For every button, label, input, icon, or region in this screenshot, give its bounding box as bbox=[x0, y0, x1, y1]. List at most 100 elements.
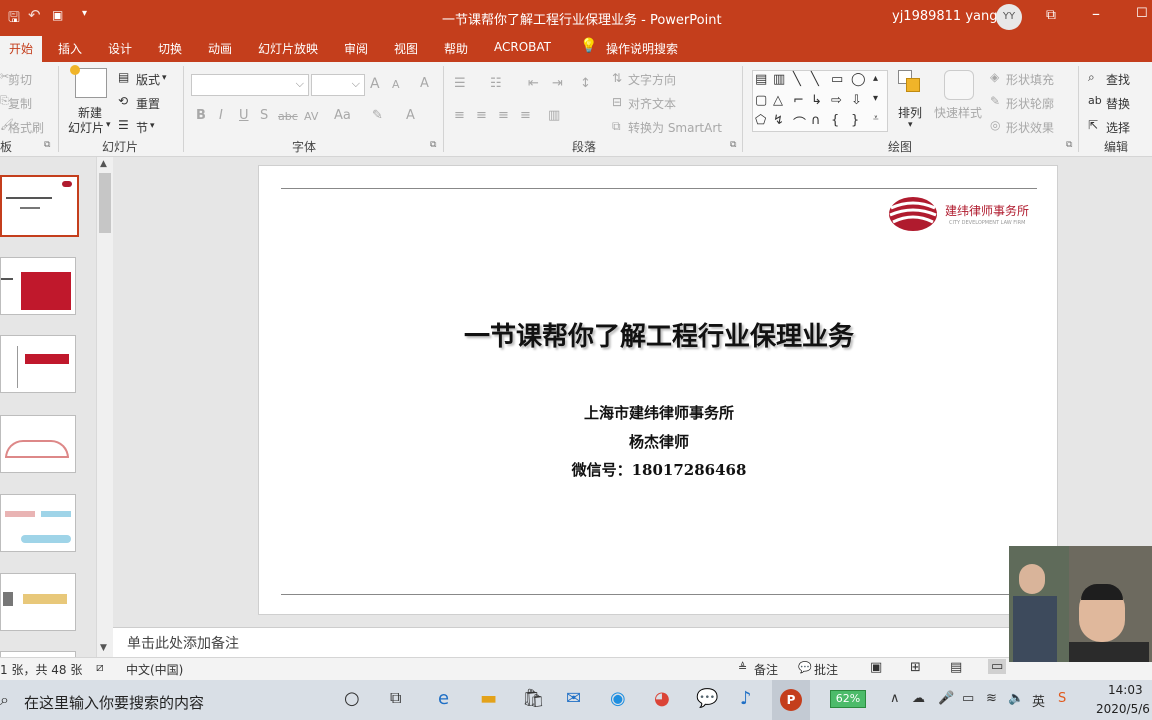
copy-button[interactable]: 复制 bbox=[8, 95, 32, 112]
input-method-icon[interactable]: 英 bbox=[1032, 691, 1045, 710]
tell-me-search[interactable]: 操作说明搜索 bbox=[606, 40, 678, 57]
user-avatar[interactable]: YY bbox=[996, 4, 1022, 30]
tab-design[interactable]: 设计 bbox=[108, 40, 132, 57]
layout-button[interactable]: 版式 bbox=[136, 71, 160, 88]
chevron-down-icon[interactable]: ▾ bbox=[150, 121, 155, 131]
slide-canvas[interactable]: 建纬律师事务所 CITY DEVELOPMENT LAW FIRM 一节课帮你了… bbox=[258, 165, 1058, 615]
gallery-up-icon[interactable]: ▴ bbox=[873, 73, 878, 84]
clear-formatting-icon[interactable]: A bbox=[420, 76, 429, 91]
tab-animations[interactable]: 动画 bbox=[208, 40, 232, 57]
edge-icon[interactable]: e bbox=[438, 688, 449, 709]
strikethrough-button[interactable]: abc bbox=[278, 110, 298, 123]
slideshow-from-start-icon[interactable]: ▣ bbox=[52, 8, 63, 22]
columns-icon[interactable]: ▥ bbox=[548, 108, 560, 123]
line-spacing-icon[interactable]: ↕ bbox=[580, 76, 591, 91]
justify-icon[interactable]: ≡ bbox=[520, 108, 531, 123]
tab-slideshow[interactable]: 幻灯片放映 bbox=[258, 40, 318, 57]
notes-toggle-button[interactable]: 备注 bbox=[754, 661, 778, 678]
slide-sorter-icon[interactable]: ⊞ bbox=[910, 660, 921, 675]
store-icon[interactable]: 🛍 bbox=[522, 688, 545, 709]
convert-smartart-button[interactable]: 转换为 SmartArt bbox=[628, 119, 722, 136]
reading-view-icon[interactable]: ▤ bbox=[950, 660, 962, 675]
task-view-icon[interactable]: ⧉ bbox=[390, 688, 401, 708]
notes-pane[interactable]: 单击此处添加备注 bbox=[113, 627, 1152, 657]
quick-styles-button[interactable]: 快速样式 bbox=[934, 104, 982, 121]
replace-button[interactable]: 替换 bbox=[1106, 95, 1130, 112]
chevron-down-icon[interactable]: ▾ bbox=[908, 120, 913, 130]
right-arrow-shape-icon[interactable]: ⇨ bbox=[831, 93, 842, 108]
character-spacing-button[interactable]: AV bbox=[304, 110, 318, 123]
arrow-line-shape-icon[interactable]: ╲ bbox=[811, 72, 819, 87]
comments-button[interactable]: 批注 bbox=[814, 661, 838, 678]
slide-subtitle-wechat[interactable]: 微信号：18017286468 bbox=[259, 459, 1059, 480]
chevron-down-icon[interactable]: ▾ bbox=[106, 120, 111, 130]
slide-subtitle-lawyer[interactable]: 杨杰律师 bbox=[259, 431, 1059, 452]
slide-subtitle-firm[interactable]: 上海市建纬律师事务所 bbox=[259, 402, 1059, 423]
mail-icon[interactable]: ✉ bbox=[566, 688, 581, 709]
tab-help[interactable]: 帮助 bbox=[444, 40, 468, 57]
change-case-button[interactable]: Aa bbox=[334, 108, 351, 123]
gallery-more-icon[interactable]: ⩡ bbox=[873, 113, 879, 124]
scroll-up-icon[interactable]: ▲ bbox=[100, 159, 107, 169]
section-button[interactable]: 节 bbox=[136, 119, 148, 136]
save-icon[interactable]: 🖫 bbox=[8, 7, 20, 31]
new-slide-label-2[interactable]: 幻灯片 bbox=[68, 119, 104, 136]
slideshow-view-icon[interactable]: ▭ bbox=[988, 659, 1007, 674]
scroll-down-icon[interactable]: ▼ bbox=[100, 643, 107, 653]
slide-thumbnail-4[interactable] bbox=[0, 415, 76, 473]
shadow-button[interactable]: S bbox=[260, 108, 268, 123]
underline-button[interactable]: U bbox=[239, 108, 249, 123]
vertical-textbox-shape-icon[interactable]: ▥ bbox=[773, 72, 785, 87]
maximize-icon[interactable]: ☐ bbox=[1136, 6, 1148, 21]
down-arrow-shape-icon[interactable]: ⇩ bbox=[851, 93, 862, 108]
numbering-icon[interactable]: ☷ bbox=[490, 76, 502, 91]
tab-home[interactable]: 开始 bbox=[0, 36, 43, 62]
minimize-icon[interactable]: – bbox=[1092, 4, 1100, 23]
select-button[interactable]: 选择 bbox=[1106, 119, 1130, 136]
shape-outline-button[interactable]: 形状轮廓 bbox=[1006, 95, 1054, 112]
shape-effects-button[interactable]: 形状效果 bbox=[1006, 119, 1054, 136]
font-color-button[interactable]: A bbox=[406, 108, 415, 123]
arrange-button[interactable]: 排列 bbox=[898, 104, 922, 121]
normal-view-icon[interactable]: ▣ bbox=[870, 660, 882, 675]
battery-icon[interactable]: ▭ bbox=[962, 691, 974, 706]
user-name[interactable]: yj1989811 yang bbox=[892, 9, 998, 24]
app-l-icon[interactable]: ◉ bbox=[610, 688, 626, 709]
chrome-icon[interactable]: ◕ bbox=[654, 688, 670, 709]
clock-date[interactable]: 2020/5/6 bbox=[1096, 702, 1150, 716]
triangle-shape-icon[interactable]: △ bbox=[773, 93, 783, 108]
tab-insert[interactable]: 插入 bbox=[58, 40, 82, 57]
reset-button[interactable]: 重置 bbox=[136, 95, 160, 112]
slide-thumbnail-2[interactable] bbox=[0, 257, 76, 315]
arrange-icon[interactable] bbox=[898, 70, 924, 98]
line-shape-icon[interactable]: ╲ bbox=[793, 72, 801, 87]
music-app-icon[interactable]: ♪ bbox=[740, 688, 752, 709]
format-painter-button[interactable]: 格式刷 bbox=[8, 119, 44, 136]
curve-shape-icon[interactable]: ↯ bbox=[773, 113, 784, 128]
battery-indicator[interactable]: 62% bbox=[830, 690, 866, 708]
text-direction-button[interactable]: 文字方向 bbox=[628, 71, 676, 88]
wechat-icon[interactable]: 💬 bbox=[696, 688, 718, 709]
find-button[interactable]: 查找 bbox=[1106, 71, 1130, 88]
bullets-icon[interactable]: ☰ bbox=[454, 76, 466, 91]
right-brace-shape-icon[interactable]: } bbox=[851, 113, 859, 128]
onedrive-icon[interactable]: ☁ bbox=[912, 691, 925, 706]
italic-button[interactable]: I bbox=[219, 108, 223, 123]
decrease-indent-icon[interactable]: ⇤ bbox=[528, 76, 539, 91]
connector-shape-icon[interactable]: ⌐ bbox=[793, 93, 804, 108]
powerpoint-taskbar-button[interactable]: P bbox=[772, 680, 810, 720]
thumbnail-scrollbar[interactable]: ▲ ▼ bbox=[96, 157, 113, 657]
font-name-dropdown[interactable]: ⌵ bbox=[191, 74, 309, 96]
new-slide-icon[interactable] bbox=[70, 65, 107, 98]
wifi-icon[interactable]: ≋ bbox=[986, 691, 997, 706]
arc-shape-icon[interactable]: ⌒ bbox=[793, 113, 806, 132]
slide-thumbnail-1[interactable] bbox=[0, 175, 79, 237]
oval-shape-icon[interactable]: ◯ bbox=[851, 72, 866, 87]
slide-thumbnail-5[interactable] bbox=[0, 494, 76, 552]
tab-transitions[interactable]: 切换 bbox=[158, 40, 182, 57]
bold-button[interactable]: B bbox=[196, 108, 206, 123]
shrink-font-icon[interactable]: A bbox=[392, 78, 400, 91]
shapes-gallery[interactable]: ▤ ▥ ╲ ╲ ▭ ◯ ▢ △ ⌐ ↳ ⇨ ⇩ ⬠ ↯ ⌒ ∩ { } ▴ ▾ … bbox=[752, 70, 888, 132]
align-right-icon[interactable]: ≡ bbox=[498, 108, 509, 123]
align-left-icon[interactable]: ≡ bbox=[454, 108, 465, 123]
